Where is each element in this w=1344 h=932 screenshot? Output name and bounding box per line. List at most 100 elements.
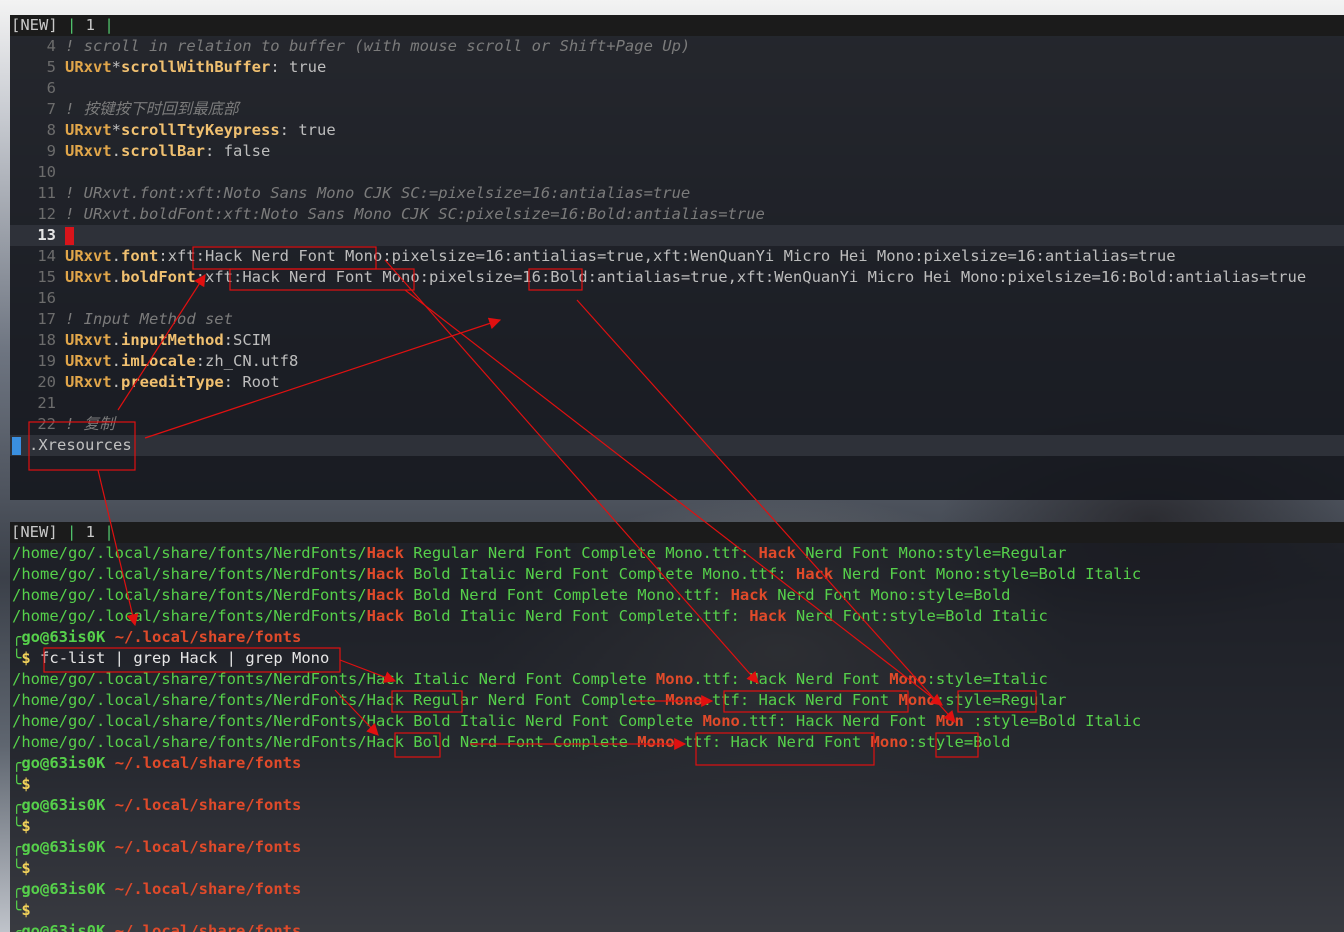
prompt-dollar: $ xyxy=(21,817,31,835)
editor-line[interactable]: 4 ! scroll in relation to buffer (with mo… xyxy=(10,36,1344,57)
prompt-corner-icon: ╭ xyxy=(12,796,22,814)
output-token: /home/go/.local/share/fonts/NerdFonts/ xyxy=(12,586,367,604)
mode-label: [NEW] xyxy=(11,523,58,541)
output-token: .ttf: Hack Nerd Font xyxy=(693,670,890,688)
output-line: /home/go/.local/share/fonts/NerdFonts/Ha… xyxy=(10,585,1344,606)
shell-terminal-window[interactable]: [NEW] | 1 | /home/go/.local/share/fonts/… xyxy=(10,522,1344,932)
command-text[interactable]: fc-list | grep Hack | grep Mono xyxy=(40,649,329,667)
prompt-input-line[interactable]: ╰$ xyxy=(10,858,1344,879)
prompt-corner-icon: ╭ xyxy=(12,628,22,646)
prompt-input-line[interactable]: ╰$ xyxy=(10,774,1344,795)
output-token: Mono xyxy=(665,691,703,709)
editor-line[interactable]: 14 URxvt.font:xft:Hack Nerd Font Mono:pix… xyxy=(10,246,1344,267)
line-number: 14 xyxy=(37,247,56,265)
editor-command-line[interactable]: .Xresources xyxy=(10,435,1344,456)
editor-line[interactable]: 15 URxvt.boldFont:xft:Hack Nerd Font Mono… xyxy=(10,267,1344,288)
editor-line[interactable]: 9 URxvt.scrollBar: false xyxy=(10,141,1344,162)
editor-line[interactable]: 22 ! 复制 xyxy=(10,414,1344,435)
prompt-path: ~/.local/share/fonts xyxy=(114,754,302,772)
prompt-input-line[interactable]: ╰$ xyxy=(10,816,1344,837)
output-token: Bold Italic Nerd Font Complete.ttf: xyxy=(403,607,750,625)
prompt-corner-icon: ╰ xyxy=(12,775,22,793)
code-token: URxvt xyxy=(65,142,112,160)
output-token: Hack xyxy=(749,607,787,625)
code-token: * xyxy=(111,121,122,139)
prompt-dollar: $ xyxy=(21,901,31,919)
editor-line[interactable]: 12 ! URxvt.boldFont:xft:Noto Sans Mono CJ… xyxy=(10,204,1344,225)
editor-line[interactable]: 11 ! URxvt.font:xft:Noto Sans Mono CJK SC… xyxy=(10,183,1344,204)
code-token: URxvt xyxy=(65,58,112,76)
output-token: :style=Bold Italic xyxy=(963,712,1142,730)
shell-tmux-statusbar: [NEW] | 1 | xyxy=(10,522,1344,543)
prompt-corner-icon: ╰ xyxy=(12,649,22,667)
editor-line[interactable]: 16 xyxy=(10,288,1344,309)
prompt-header: ╭go@63is0K ~/.local/share/fonts xyxy=(10,753,1344,774)
output-token: Hack xyxy=(730,586,768,604)
shell-output[interactable]: /home/go/.local/share/fonts/NerdFonts/Ha… xyxy=(10,543,1344,932)
prompt-corner-icon: ╭ xyxy=(12,922,22,932)
code-token: : xyxy=(195,268,206,286)
code-token: ! 复制 xyxy=(65,415,115,433)
buffer-number: 1 xyxy=(85,523,96,541)
output-token: /home/go/.local/share/fonts/NerdFonts/ xyxy=(12,607,367,625)
line-number: 16 xyxy=(37,289,56,307)
editor-line[interactable]: 13 xyxy=(10,225,1344,246)
cursor-marker xyxy=(12,436,21,455)
prompt-path: ~/.local/share/fonts xyxy=(114,838,302,856)
code-token: : xyxy=(205,142,224,160)
code-token: : xyxy=(158,247,168,265)
editor-line[interactable]: 17 ! Input Method set xyxy=(10,309,1344,330)
code-token: URxvt xyxy=(65,352,112,370)
code-token: : xyxy=(223,331,234,349)
prompt-user: go@63is0K xyxy=(21,628,106,646)
output-token: Mono xyxy=(637,733,675,751)
editor-line[interactable]: 10 xyxy=(10,162,1344,183)
code-token: : xyxy=(279,121,299,139)
prompt-dollar: $ xyxy=(21,649,31,667)
prompt-input-line[interactable]: ╰$ fc-list | grep Hack | grep Mono xyxy=(10,648,1344,669)
editor-line[interactable]: 20 URxvt.preeditType: Root xyxy=(10,372,1344,393)
code-token: font xyxy=(121,247,159,265)
prompt-user: go@63is0K xyxy=(21,880,106,898)
output-token: :style=Italic xyxy=(926,670,1048,688)
editor-line[interactable]: 7 ! 按键按下时回到最底部 xyxy=(10,99,1344,120)
editor-terminal-window[interactable]: [NEW] | 1 | 4 ! scroll in relation to buf… xyxy=(10,15,1344,500)
output-token: /home/go/.local/share/fonts/NerdFonts/Ha… xyxy=(12,733,638,751)
output-line: /home/go/.local/share/fonts/NerdFonts/Ha… xyxy=(10,732,1344,753)
output-token: Mono xyxy=(655,670,694,688)
code-token: scrollTtyKeypress xyxy=(121,121,280,139)
line-number: 7 xyxy=(46,100,56,118)
prompt-corner-icon: ╰ xyxy=(12,901,22,919)
editor-buffer[interactable]: 4 ! scroll in relation to buffer (with mo… xyxy=(10,36,1344,435)
code-token: . xyxy=(111,142,122,160)
code-token: URxvt xyxy=(65,373,112,391)
line-number: 17 xyxy=(37,310,56,328)
prompt-corner-icon: ╭ xyxy=(12,838,22,856)
prompt-header: ╭go@63is0K ~/.local/share/fonts xyxy=(10,879,1344,900)
mode-label: [NEW] xyxy=(11,16,58,34)
line-number: 20 xyxy=(37,373,56,391)
output-token: :style=Regular xyxy=(935,691,1067,709)
editor-line[interactable]: 18 URxvt.inputMethod:SCIM xyxy=(10,330,1344,351)
buffer-number: 1 xyxy=(85,16,96,34)
editor-line[interactable]: 5 URxvt*scrollWithBuffer: true xyxy=(10,57,1344,78)
code-token: scrollBar xyxy=(121,142,206,160)
output-token: /home/go/.local/share/fonts/NerdFonts/Ha… xyxy=(12,712,703,730)
line-number: 15 xyxy=(37,268,56,286)
code-token: . xyxy=(111,352,122,370)
line-number: 19 xyxy=(37,352,56,370)
editor-line[interactable]: 21 xyxy=(10,393,1344,414)
editor-line[interactable]: 8 URxvt*scrollTtyKeypress: true xyxy=(10,120,1344,141)
prompt-path: ~/.local/share/fonts xyxy=(114,922,302,932)
code-token: . xyxy=(111,331,122,349)
code-token: true xyxy=(298,121,336,139)
output-token: Mon xyxy=(935,712,964,730)
prompt-corner-icon: ╭ xyxy=(12,754,22,772)
editor-line[interactable]: 19 URxvt.imLocale:zh_CN.utf8 xyxy=(10,351,1344,372)
editor-line[interactable]: 6 xyxy=(10,78,1344,99)
output-token: Nerd Font Mono:style=Regular xyxy=(795,544,1067,562)
output-token: .ttf: Hack Nerd Font xyxy=(674,733,871,751)
code-token: : xyxy=(270,58,289,76)
prompt-input-line[interactable]: ╰$ xyxy=(10,900,1344,921)
output-token: Bold Nerd Font Complete Mono.ttf: xyxy=(403,586,731,604)
